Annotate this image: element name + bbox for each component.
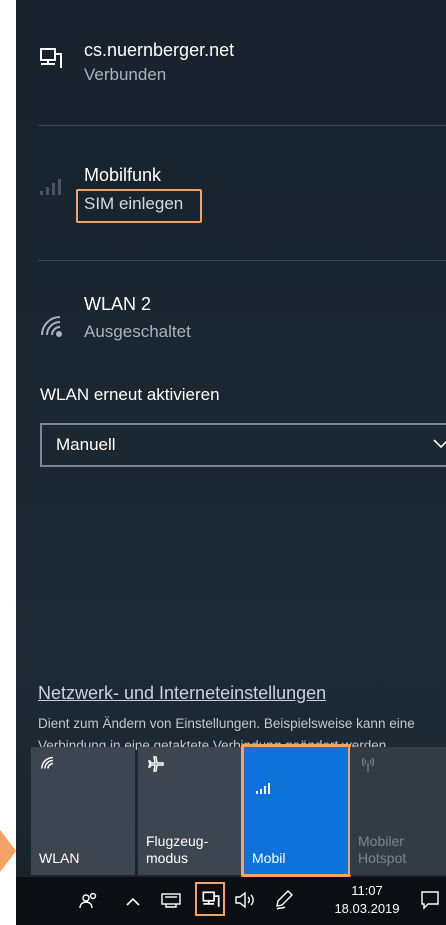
network-status: Ausgeschaltet bbox=[84, 322, 191, 341]
wifi-icon bbox=[38, 313, 66, 344]
tile-label: Mobiler Hotspot bbox=[358, 833, 407, 866]
tile-label: Flugzeug- modus bbox=[146, 833, 209, 866]
taskbar-network-button[interactable] bbox=[195, 882, 225, 916]
ethernet-icon bbox=[38, 46, 64, 77]
quick-action-wlan[interactable]: WLAN bbox=[31, 747, 135, 875]
network-status: Verbunden bbox=[84, 65, 167, 84]
quick-action-airplane-mode[interactable]: Flugzeug- modus bbox=[138, 747, 242, 875]
divider bbox=[38, 125, 446, 126]
quick-action-mobile-hotspot[interactable]: Mobiler Hotspot bbox=[350, 747, 446, 875]
network-name: cs.nuernberger.net bbox=[84, 40, 235, 60]
people-icon[interactable] bbox=[78, 890, 100, 917]
select-value: Manuell bbox=[56, 435, 116, 454]
tile-label: WLAN bbox=[39, 850, 80, 866]
divider bbox=[38, 260, 446, 261]
network-flyout: cs.nuernberger.net Verbunden Mobilfunk S… bbox=[16, 0, 446, 925]
network-settings-link[interactable]: Netzwerk- und Interneteinstellungen bbox=[38, 683, 326, 704]
pen-icon[interactable] bbox=[274, 889, 294, 916]
chevron-up-icon[interactable] bbox=[126, 894, 140, 912]
description-line: Dient zum Ändern von Einstellungen. Beis… bbox=[38, 716, 415, 731]
wifi-icon bbox=[39, 755, 57, 776]
cellular-signal-icon bbox=[38, 174, 66, 201]
volume-icon[interactable] bbox=[234, 891, 256, 914]
ethernet-icon bbox=[201, 890, 221, 915]
network-name: Mobilfunk bbox=[84, 165, 162, 185]
chevron-down-icon bbox=[432, 437, 446, 456]
wlan-reactivate-label: WLAN erneut aktivieren bbox=[40, 385, 220, 404]
taskbar: 11:07 18.03.2019 bbox=[16, 877, 446, 925]
action-center-icon[interactable] bbox=[420, 890, 440, 915]
taskbar-clock[interactable]: 11:07 18.03.2019 bbox=[332, 882, 402, 918]
network-name: WLAN 2 bbox=[84, 294, 152, 314]
highlight-sim-status bbox=[76, 189, 202, 223]
wlan-reactivate-select[interactable]: Manuell bbox=[40, 423, 446, 467]
clock-date: 18.03.2019 bbox=[334, 901, 400, 916]
device-icon[interactable] bbox=[160, 891, 182, 914]
clock-time: 11:07 bbox=[351, 883, 383, 898]
callout-arrow bbox=[0, 830, 16, 872]
airplane-icon bbox=[146, 755, 166, 780]
hotspot-icon bbox=[358, 755, 378, 778]
highlight-mobile-tile bbox=[241, 744, 351, 877]
